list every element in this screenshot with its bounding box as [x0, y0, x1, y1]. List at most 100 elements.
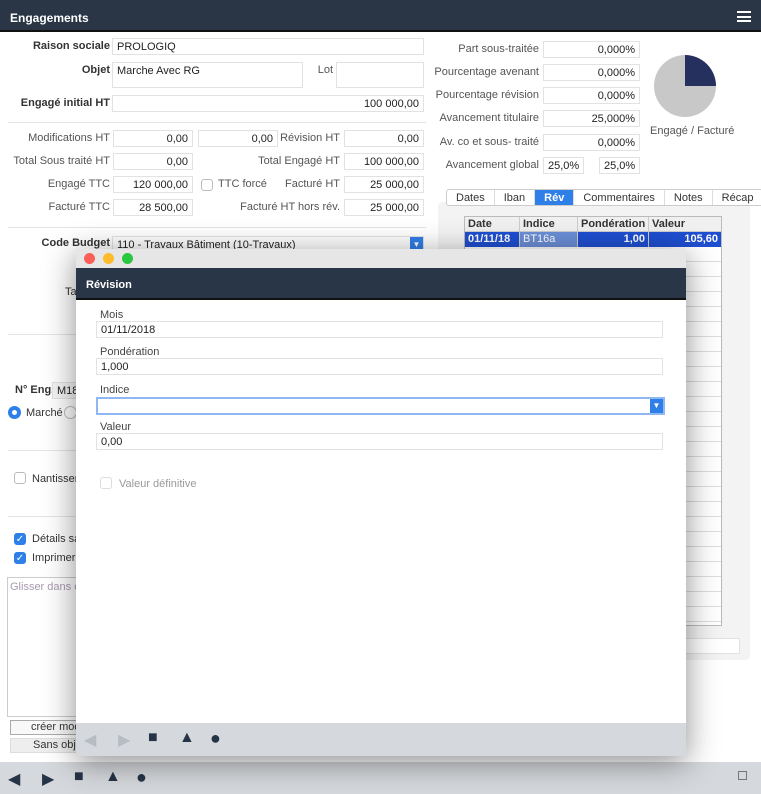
n-eng-field[interactable]: M18.: [52, 382, 78, 399]
prev-icon[interactable]: ◀: [84, 730, 96, 750]
tab-2[interactable]: Rév: [535, 190, 575, 205]
total-sous-traite-field[interactable]: 0,00: [113, 153, 193, 170]
cell-indice: BT16a: [520, 232, 578, 247]
triangle-icon[interactable]: ▲: [105, 768, 121, 786]
drop-zone[interactable]: Glisser dans ce: [7, 577, 79, 717]
col-indice[interactable]: Indice: [520, 217, 578, 231]
code-budget-label: Code Budget: [41, 237, 110, 249]
revision-pct-field[interactable]: 0,000%: [543, 87, 640, 104]
app-header: Engagements: [0, 0, 761, 32]
total-sous-traite-label: Total Sous traité HT: [13, 155, 110, 167]
bottom-toolbar: ◀ ▶ ■ ▲ ●: [0, 762, 761, 794]
dialog-titlebar: [76, 249, 686, 268]
facture-ht-field[interactable]: 25 000,00: [344, 176, 424, 193]
divider: [8, 450, 78, 451]
close-icon[interactable]: [84, 253, 95, 264]
indice-label: Indice: [100, 384, 130, 396]
valeur-field[interactable]: 0,00: [96, 433, 663, 450]
square-icon[interactable]: ■: [148, 729, 158, 747]
divider: [8, 122, 426, 123]
tab-5[interactable]: Récap: [713, 190, 761, 205]
revision-ht-field[interactable]: 0,00: [344, 130, 424, 147]
prev-icon[interactable]: ◀: [8, 769, 20, 789]
tab-0[interactable]: Dates: [447, 190, 495, 205]
valeur-definitive-label: Valeur définitive: [119, 478, 197, 490]
facture-ttc-field[interactable]: 28 500,00: [113, 199, 193, 216]
dialog-title: Révision: [76, 268, 686, 300]
objet-field[interactable]: Marche Avec RG: [112, 62, 303, 88]
creer-button[interactable]: créer mod: [10, 720, 80, 735]
ttc-force-checkbox[interactable]: [201, 179, 213, 191]
ponderation-field[interactable]: 1,000: [96, 358, 663, 375]
objet-label: Objet: [81, 64, 110, 76]
part-field[interactable]: 0,000%: [543, 41, 640, 58]
app-title: Engagements: [10, 11, 89, 25]
lot-field[interactable]: [336, 62, 424, 88]
n-eng-label: N° Eng.: [15, 384, 55, 396]
indice-select[interactable]: ▼: [96, 397, 665, 415]
tab-4[interactable]: Notes: [665, 190, 713, 205]
circle-icon[interactable]: ●: [136, 767, 147, 788]
raison-sociale-field[interactable]: PROLOGIQ: [112, 38, 424, 55]
avenant-field[interactable]: 0,000%: [543, 64, 640, 81]
cell-date: 01/11/18: [465, 232, 520, 247]
co-label: Av. co et sous- traité: [439, 136, 539, 148]
triangle-icon[interactable]: ▲: [179, 729, 195, 747]
next-icon[interactable]: ▶: [42, 769, 54, 789]
hamburger-icon[interactable]: [737, 11, 751, 22]
table-row[interactable]: 01/11/18 BT16a 1,00 105,60: [465, 232, 721, 247]
co-field[interactable]: 0,000%: [543, 134, 640, 151]
raison-sociale-label: Raison sociale: [32, 40, 110, 52]
engage-facture-pie: [654, 55, 716, 117]
marche-radio[interactable]: [8, 406, 21, 419]
facture-ttc-label: Facturé TTC: [48, 201, 110, 213]
details-checkbox[interactable]: ✓: [14, 533, 26, 545]
lot-label: Lot: [317, 64, 333, 76]
engage-ttc-label: Engagé TTC: [47, 178, 110, 190]
total-engage-field[interactable]: 100 000,00: [344, 153, 424, 170]
revision-ht-label: Révision HT: [280, 132, 340, 144]
modifications-field-2[interactable]: 0,00: [198, 130, 278, 147]
facture-hors-rev-field[interactable]: 25 000,00: [344, 199, 424, 216]
valeur-label: Valeur: [100, 421, 131, 433]
resize-icon[interactable]: [738, 771, 747, 780]
col-date[interactable]: Date: [465, 217, 520, 231]
circle-icon[interactable]: ●: [210, 728, 221, 749]
imprimer-checkbox[interactable]: ✓: [14, 552, 26, 564]
nantissement-checkbox[interactable]: [14, 472, 26, 484]
chevron-down-icon: ▼: [650, 399, 663, 413]
global-label: Avancement global: [445, 159, 539, 171]
facture-ht-label: Facturé HT: [284, 178, 340, 190]
engage-ttc-field[interactable]: 120 000,00: [113, 176, 193, 193]
global-field-2[interactable]: 25,0%: [599, 157, 640, 174]
sans-objet-button[interactable]: Sans obje: [10, 738, 80, 753]
engage-initial-field[interactable]: 100 000,00: [112, 95, 424, 112]
modifications-field-1[interactable]: 0,00: [113, 130, 193, 147]
tab-1[interactable]: Iban: [495, 190, 536, 205]
minimize-icon[interactable]: [103, 253, 114, 264]
tab-bar: Dates Iban Rév Commentaires Notes Récap: [446, 189, 761, 206]
global-field-1[interactable]: 25,0%: [543, 157, 584, 174]
tab-3[interactable]: Commentaires: [574, 190, 665, 205]
pie-slice-facture: [685, 55, 716, 86]
mois-field[interactable]: 01/11/2018: [96, 321, 663, 338]
titulaire-field[interactable]: 25,000%: [543, 110, 640, 127]
ponderation-label: Pondération: [100, 346, 160, 358]
valeur-definitive-checkbox[interactable]: [100, 477, 112, 489]
revision-dialog: Révision Mois 01/11/2018 Pondération 1,0…: [76, 249, 686, 756]
col-ponderation[interactable]: Pondération: [578, 217, 649, 231]
titulaire-label: Avancement titulaire: [439, 112, 539, 124]
next-icon[interactable]: ▶: [118, 730, 130, 750]
mois-label: Mois: [100, 309, 124, 321]
col-valeur[interactable]: Valeur: [649, 217, 721, 231]
divider: [8, 516, 78, 517]
square-icon[interactable]: ■: [74, 768, 84, 786]
maximize-icon[interactable]: [122, 253, 133, 264]
dialog-toolbar: ◀ ▶ ■ ▲ ●: [76, 723, 686, 756]
avenant-label: Pourcentage avenant: [434, 66, 539, 78]
table-header: Date Indice Pondération Valeur: [465, 217, 721, 232]
part-label: Part sous-traitée: [458, 43, 539, 55]
cell-ponderation: 1,00: [578, 232, 649, 247]
total-engage-label: Total Engagé HT: [258, 155, 340, 167]
divider: [8, 227, 426, 228]
